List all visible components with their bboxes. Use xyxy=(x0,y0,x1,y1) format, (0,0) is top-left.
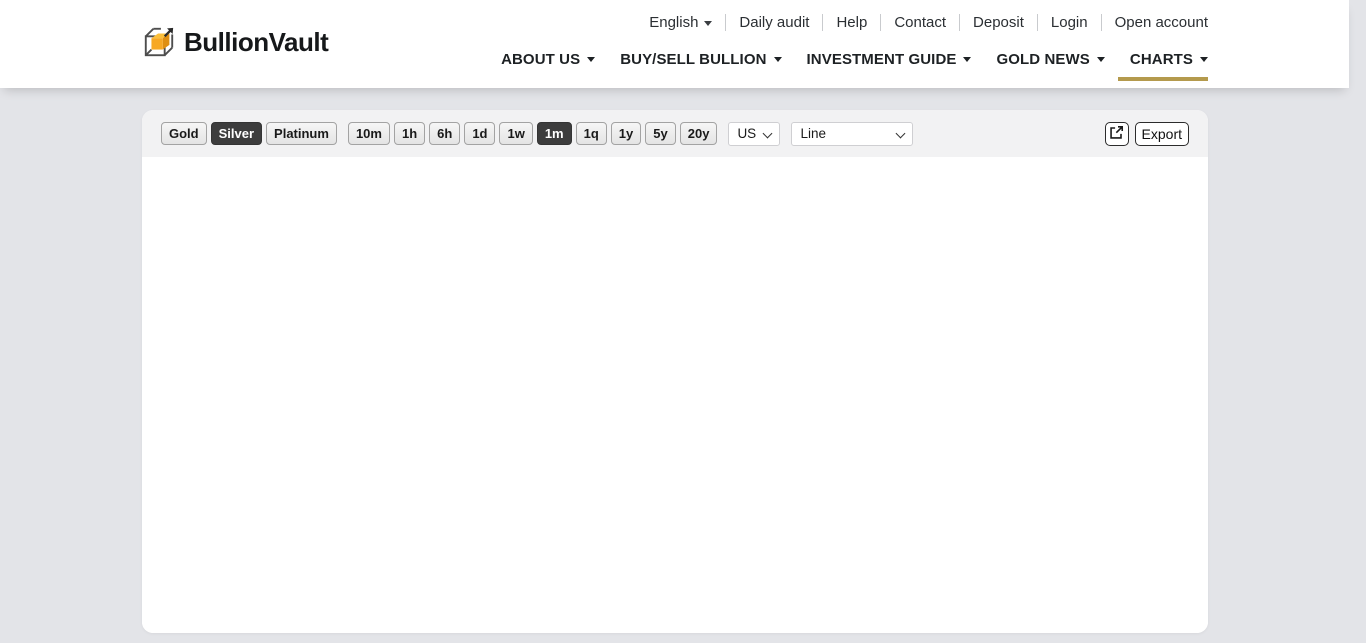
period-button-1h[interactable]: 1h xyxy=(394,122,425,145)
utility-link-open-account[interactable]: Open account xyxy=(1102,14,1208,31)
nav-item-buy-sell-bullion[interactable]: BUY/SELL BULLION xyxy=(608,40,793,79)
gold-cube-icon xyxy=(142,25,176,59)
chevron-down-icon xyxy=(704,21,712,26)
utility-link-help[interactable]: Help xyxy=(823,14,880,31)
utility-link-daily-audit[interactable]: Daily audit xyxy=(726,14,822,31)
main-nav: ABOUT US BUY/SELL BULLION INVESTMENT GUI… xyxy=(488,40,1208,79)
nav-item-charts[interactable]: CHARTS xyxy=(1118,40,1208,79)
chevron-down-icon xyxy=(587,57,595,62)
period-button-1q[interactable]: 1q xyxy=(576,122,607,145)
nav-item-gold-news[interactable]: GOLD NEWS xyxy=(984,40,1116,79)
active-tab-underline xyxy=(1118,77,1208,81)
chevron-down-icon xyxy=(1200,57,1208,62)
period-button-10m[interactable]: 10m xyxy=(348,122,390,145)
chart-plot-area[interactable] xyxy=(142,157,1208,633)
metal-button-gold[interactable]: Gold xyxy=(161,122,207,145)
period-button-5y[interactable]: 5y xyxy=(645,122,675,145)
nav-item-about-us[interactable]: ABOUT US xyxy=(489,40,607,79)
period-button-6h[interactable]: 6h xyxy=(429,122,460,145)
utility-nav: English Daily audit Help Contact Deposit… xyxy=(649,14,1208,31)
period-button-1d[interactable]: 1d xyxy=(464,122,495,145)
brand-name: BullionVault xyxy=(184,27,328,58)
chevron-down-icon xyxy=(963,57,971,62)
chart-toolbar: Gold Silver Platinum 10m 1h 6h 1d 1w 1m … xyxy=(142,110,1208,157)
metal-button-platinum[interactable]: Platinum xyxy=(266,122,337,145)
chart-card: Gold Silver Platinum 10m 1h 6h 1d 1w 1m … xyxy=(142,110,1208,633)
utility-link-contact[interactable]: Contact xyxy=(881,14,959,31)
site-header: BullionVault English Daily audit Help Co… xyxy=(0,0,1349,88)
period-button-1m[interactable]: 1m xyxy=(537,122,572,145)
metal-button-silver[interactable]: Silver xyxy=(211,122,262,145)
chevron-down-icon xyxy=(774,57,782,62)
period-button-1w[interactable]: 1w xyxy=(499,122,532,145)
language-dropdown[interactable]: English xyxy=(649,14,725,31)
period-button-1y[interactable]: 1y xyxy=(611,122,641,145)
currency-select[interactable]: USD xyxy=(728,122,780,146)
chevron-down-icon xyxy=(1097,57,1105,62)
period-button-20y[interactable]: 20y xyxy=(680,122,718,145)
open-fullscreen-button[interactable] xyxy=(1105,122,1129,146)
external-link-icon xyxy=(1109,125,1124,143)
nav-item-investment-guide[interactable]: INVESTMENT GUIDE xyxy=(795,40,984,79)
chart-type-select[interactable]: Line xyxy=(791,122,913,146)
utility-link-deposit[interactable]: Deposit xyxy=(960,14,1037,31)
utility-link-login[interactable]: Login xyxy=(1038,14,1101,31)
export-button[interactable]: Export xyxy=(1135,122,1189,146)
brand-logo-link[interactable]: BullionVault xyxy=(142,0,328,88)
